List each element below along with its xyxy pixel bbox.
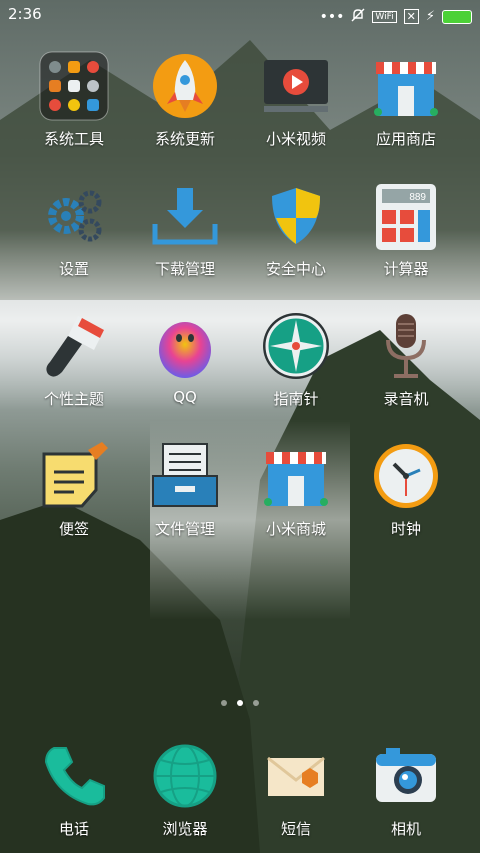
store-front-icon	[370, 50, 442, 122]
app-label: 相机	[390, 820, 421, 838]
page-dot[interactable]	[253, 700, 259, 706]
app-label: 录音机	[383, 390, 429, 408]
app-label: 短信	[280, 820, 311, 838]
app-label: 小米商城	[265, 520, 326, 538]
app-compass[interactable]: 指南针	[241, 310, 351, 409]
download-icon	[149, 180, 221, 252]
clock-icon	[370, 440, 442, 512]
page-dot[interactable]	[221, 700, 227, 706]
status-bar: 2:36 ••• WiFi ✕ ⚡	[0, 0, 480, 28]
app-downloads[interactable]: 下载管理	[130, 180, 240, 279]
app-settings[interactable]: 设置	[19, 180, 129, 279]
app-recorder[interactable]: 录音机	[351, 310, 461, 409]
app-security-center[interactable]: 安全中心	[241, 180, 351, 279]
globe-icon	[149, 740, 221, 812]
calculator-display-text: 889	[409, 192, 426, 203]
dock-messages[interactable]: 短信	[241, 740, 351, 839]
gear-icon	[38, 180, 110, 252]
dock-camera[interactable]: 相机	[351, 740, 461, 839]
store-front-icon	[260, 440, 332, 512]
app-label: QQ	[173, 388, 197, 406]
wifi-icon: WiFi	[372, 10, 397, 23]
calculator-icon: 889	[370, 180, 442, 252]
app-system-update[interactable]: 系统更新	[130, 50, 240, 149]
app-label: 计算器	[383, 260, 429, 278]
app-label: 便签	[58, 520, 89, 538]
shield-icon	[260, 180, 332, 252]
page-dot-active[interactable]	[237, 700, 243, 706]
video-player-icon	[260, 50, 332, 122]
app-label: 浏览器	[162, 820, 208, 838]
app-label: 文件管理	[154, 520, 215, 538]
battery-icon	[442, 9, 472, 24]
app-label: 系统工具	[43, 130, 104, 148]
silent-icon	[351, 7, 365, 26]
app-label: 指南针	[273, 390, 319, 408]
app-qq[interactable]: QQ	[130, 310, 240, 406]
app-calculator[interactable]: 889 计算器	[351, 180, 461, 279]
page-indicator	[0, 700, 480, 706]
sim-icon: ✕	[403, 9, 419, 24]
app-label: 电话	[58, 820, 89, 838]
app-mi-store[interactable]: 小米商城	[241, 440, 351, 539]
app-label: 安全中心	[265, 260, 326, 278]
app-label: 设置	[58, 260, 89, 278]
file-tray-icon	[149, 440, 221, 512]
charging-icon: ⚡	[425, 9, 435, 24]
compass-icon	[260, 310, 332, 382]
app-label: 系统更新	[154, 130, 215, 148]
app-system-tools[interactable]: 系统工具	[19, 50, 129, 149]
rocket-icon	[149, 50, 221, 122]
app-mi-video[interactable]: 小米视频	[241, 50, 351, 149]
app-clock[interactable]: 时钟	[351, 440, 461, 539]
envelope-icon	[260, 740, 332, 812]
paintbrush-icon	[38, 310, 110, 382]
dock-browser[interactable]: 浏览器	[130, 740, 240, 839]
app-app-store[interactable]: 应用商店	[351, 50, 461, 149]
phone-icon	[38, 740, 110, 812]
app-file-manager[interactable]: 文件管理	[130, 440, 240, 539]
status-time: 2:36	[8, 5, 42, 23]
microphone-icon	[370, 310, 442, 382]
app-label: 应用商店	[375, 130, 436, 148]
camera-icon	[370, 740, 442, 812]
app-themes[interactable]: 个性主题	[19, 310, 129, 409]
more-icon: •••	[319, 8, 345, 25]
qq-penguin-icon	[149, 310, 221, 382]
app-label: 下载管理	[154, 260, 215, 278]
app-label: 个性主题	[43, 390, 104, 408]
app-notes[interactable]: 便签	[19, 440, 129, 539]
dock-phone[interactable]: 电话	[19, 740, 129, 839]
app-label: 小米视频	[265, 130, 326, 148]
sticky-note-icon	[38, 440, 110, 512]
app-label: 时钟	[390, 520, 421, 538]
system-tools-folder-icon	[38, 50, 110, 122]
